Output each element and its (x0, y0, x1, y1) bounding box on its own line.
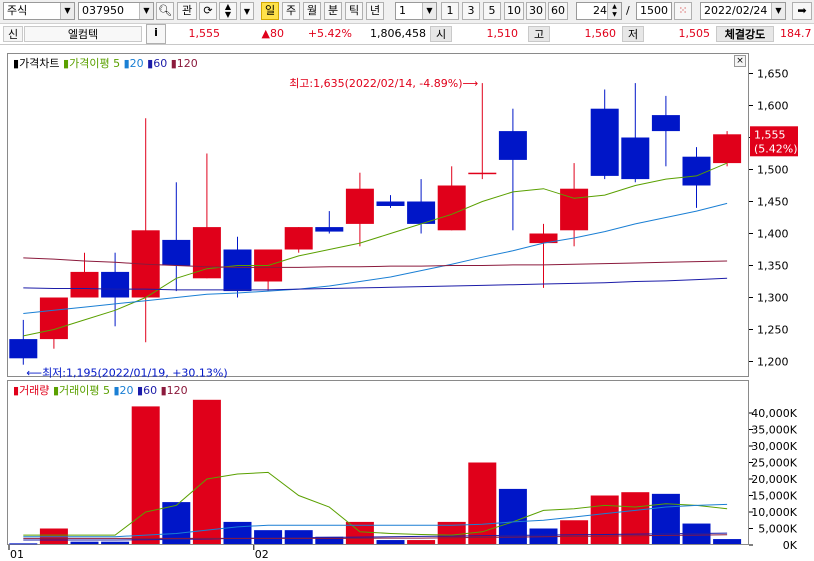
volume-bar[interactable] (407, 540, 436, 544)
price-tick-label: 1,300 (757, 292, 789, 305)
candle-body[interactable] (590, 108, 619, 176)
price-ma-line-120 (23, 257, 728, 268)
volume-tick-label: 20,000K (751, 473, 797, 486)
volume-tick-label: 35,000K (751, 424, 797, 437)
candle-body[interactable] (315, 227, 344, 232)
price-tick-label: 1,450 (757, 196, 789, 209)
candle-body[interactable] (9, 339, 38, 359)
price-tick-label: 1,250 (757, 324, 789, 337)
volume-bar[interactable] (162, 502, 191, 544)
volume-tick-label: 10,000K (751, 506, 797, 519)
candle-body[interactable] (162, 239, 191, 266)
chart-canvas[interactable]: 1,6501,6001,5501,5001,4501,4001,3501,300… (0, 0, 814, 561)
candle-body[interactable] (284, 227, 313, 250)
candle-body[interactable] (437, 185, 466, 231)
candle-body[interactable] (621, 137, 650, 180)
candle-body[interactable] (192, 227, 221, 279)
low-annotation: ⟵최저:1,195(2022/01/19, +30.13%) (26, 367, 227, 380)
x-axis-label: 01 (10, 548, 24, 561)
volume-tick-label: 5,000K (758, 523, 797, 536)
volume-bar[interactable] (651, 493, 680, 544)
volume-bar[interactable] (560, 520, 589, 544)
candle-body[interactable] (39, 297, 68, 340)
candle-body[interactable] (651, 115, 680, 132)
price-tick-label: 1,500 (757, 164, 789, 177)
price-ma-line-5 (23, 162, 728, 337)
price-tick-label: 1,350 (757, 260, 789, 273)
volume-bar[interactable] (223, 521, 252, 544)
candle-body[interactable] (345, 188, 374, 224)
volume-bar[interactable] (590, 495, 619, 545)
high-annotation: 최고:1,635(2022/02/14, -4.89%)⟶ (289, 77, 478, 90)
x-axis-label: 02 (255, 548, 269, 561)
volume-tick-label: 0K (783, 539, 798, 552)
last-price-tag-pct: (5.42%) (754, 142, 798, 155)
volume-bar[interactable] (101, 541, 130, 544)
volume-bar[interactable] (70, 541, 99, 544)
candle-body[interactable] (101, 271, 130, 298)
volume-tick-label: 40,000K (751, 407, 797, 420)
volume-bar[interactable] (131, 406, 160, 544)
price-tick-label: 1,650 (757, 68, 789, 81)
price-tick-label: 1,200 (757, 356, 789, 369)
price-tick-label: 1,600 (757, 100, 789, 113)
last-price-tag-value: 1,555 (754, 128, 786, 141)
candle-body[interactable] (70, 271, 99, 298)
volume-bar[interactable] (284, 530, 313, 544)
candle-body[interactable] (713, 134, 742, 164)
volume-tick-label: 15,000K (751, 490, 797, 503)
volume-bar[interactable] (9, 543, 38, 545)
volume-bar[interactable] (192, 399, 221, 544)
candle-body[interactable] (376, 201, 405, 206)
volume-tick-label: 30,000K (751, 440, 797, 453)
volume-tick-label: 25,000K (751, 457, 797, 470)
candle-body[interactable] (223, 249, 252, 292)
candle-body[interactable] (468, 172, 497, 175)
volume-bar[interactable] (376, 540, 405, 544)
volume-bar[interactable] (713, 539, 742, 544)
volume-bar[interactable] (254, 530, 283, 544)
candle-body[interactable] (682, 156, 711, 186)
candle-body[interactable] (498, 131, 527, 160)
price-tick-label: 1,400 (757, 228, 789, 241)
